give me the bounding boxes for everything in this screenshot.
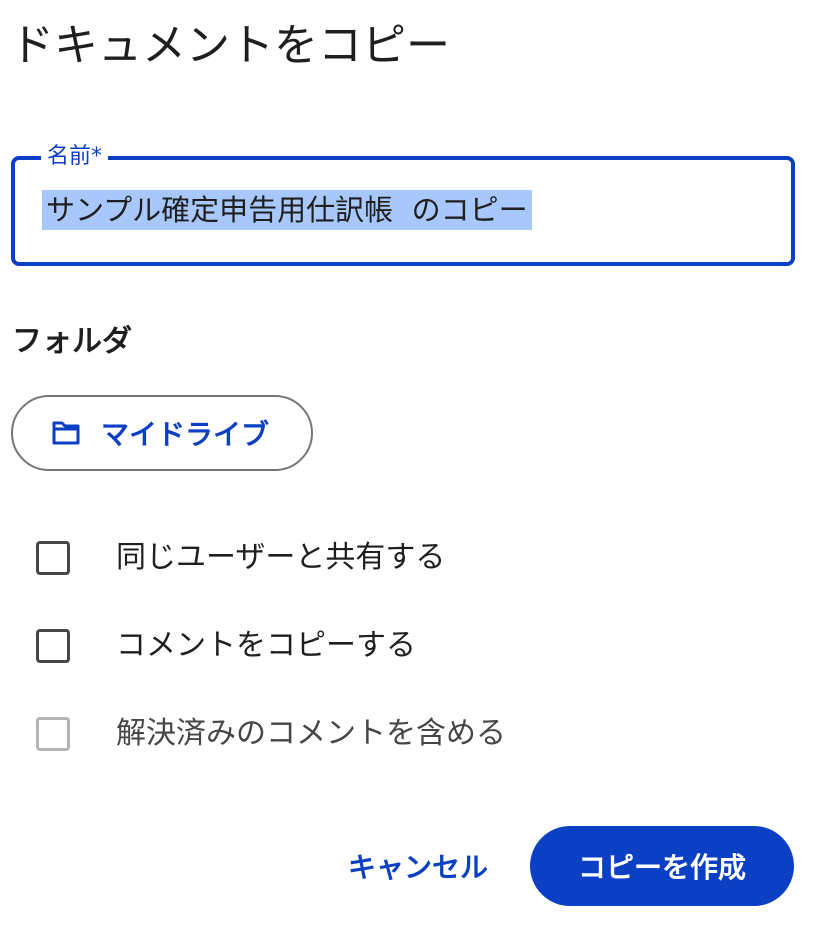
- option-label: 同じユーザーと共有する: [116, 540, 446, 575]
- name-input[interactable]: サンプル確定申告用仕訳帳 のコピー: [42, 190, 532, 230]
- dialog-title: ドキュメントをコピー: [10, 20, 450, 71]
- checkbox-include-resolved-comments: [36, 717, 70, 751]
- folder-chip-label: マイドライブ: [101, 418, 270, 451]
- option-label: 解決済みのコメントを含める: [116, 716, 506, 751]
- option-copy-comments[interactable]: コメントをコピーする: [36, 626, 416, 666]
- option-share-same-users[interactable]: 同じユーザーと共有する: [36, 538, 445, 578]
- name-field-label: 名前*: [41, 142, 109, 172]
- folder-heading: フォルダ: [12, 324, 132, 359]
- name-field[interactable]: 名前* サンプル確定申告用仕訳帳 のコピー: [11, 142, 795, 266]
- create-copy-button[interactable]: コピーを作成: [530, 826, 794, 906]
- checkbox-share-same-users[interactable]: [36, 541, 70, 575]
- checkbox-copy-comments[interactable]: [36, 629, 70, 663]
- cancel-button[interactable]: キャンセル: [330, 828, 506, 904]
- option-label: コメントをコピーする: [116, 628, 416, 663]
- folder-chip-button[interactable]: マイドライブ: [11, 395, 313, 471]
- option-include-resolved-comments: 解決済みのコメントを含める: [36, 714, 506, 754]
- folder-icon: [51, 418, 81, 448]
